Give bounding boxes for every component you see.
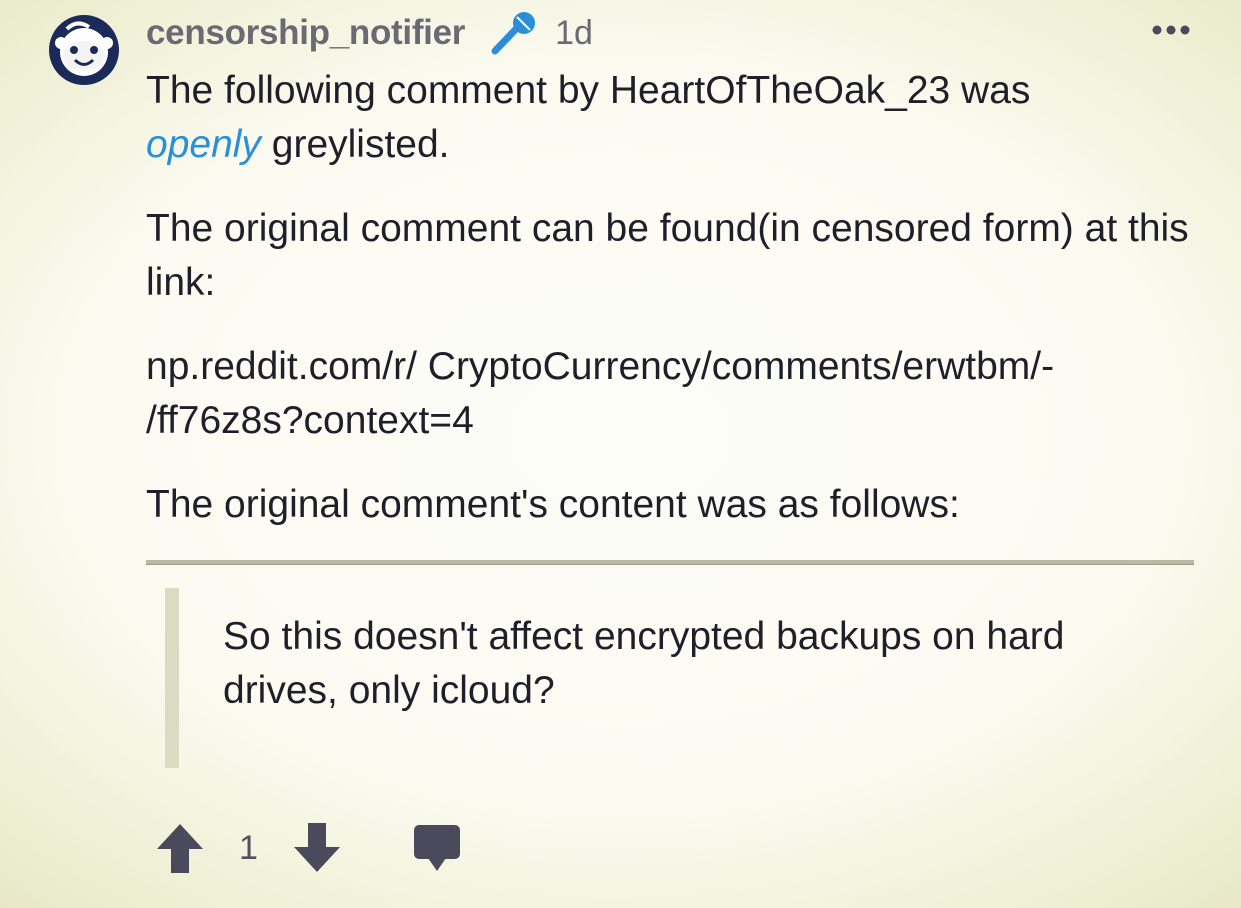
link-line-1: np.reddit.com/r/ CryptoCurrency/comments… — [146, 345, 1055, 388]
openly-emphasis: openly — [146, 123, 261, 166]
comment-link-text: np.reddit.com/r/ CryptoCurrency/comments… — [146, 340, 1206, 448]
comment-age: 1d — [555, 13, 593, 52]
link-line-2: /ff76z8s?context=4 — [146, 399, 474, 442]
comment-bubble-icon[interactable] — [342, 823, 462, 873]
snoo-avatar-icon[interactable] — [47, 13, 121, 87]
vote-score: 1 — [239, 828, 258, 867]
action-bar: 1 — [155, 818, 462, 878]
intro-suffix: greylisted. — [260, 123, 450, 166]
intro-text: The following comment by HeartOfTheOak_2… — [146, 69, 1031, 112]
microphone-icon — [487, 9, 539, 57]
downvote-arrow-icon[interactable] — [292, 821, 342, 875]
blockquote-text: So this doesn't affect encrypted backups… — [223, 615, 1065, 712]
more-options-icon[interactable] — [1150, 22, 1192, 38]
comment-header: censorship_notifier 1d — [146, 8, 593, 58]
comment-paragraph-content-intro: The original comment's content was as fo… — [146, 483, 960, 526]
username-link[interactable]: censorship_notifier — [146, 13, 465, 53]
comment-paragraph-link-intro: The original comment can be found(in cen… — [146, 207, 1189, 304]
upvote-arrow-icon[interactable] — [155, 821, 205, 875]
horizontal-rule — [146, 560, 1194, 565]
blockquote-bar — [165, 588, 179, 768]
comment-paragraph-intro: The following comment by HeartOfTheOak_2… — [146, 64, 1206, 172]
